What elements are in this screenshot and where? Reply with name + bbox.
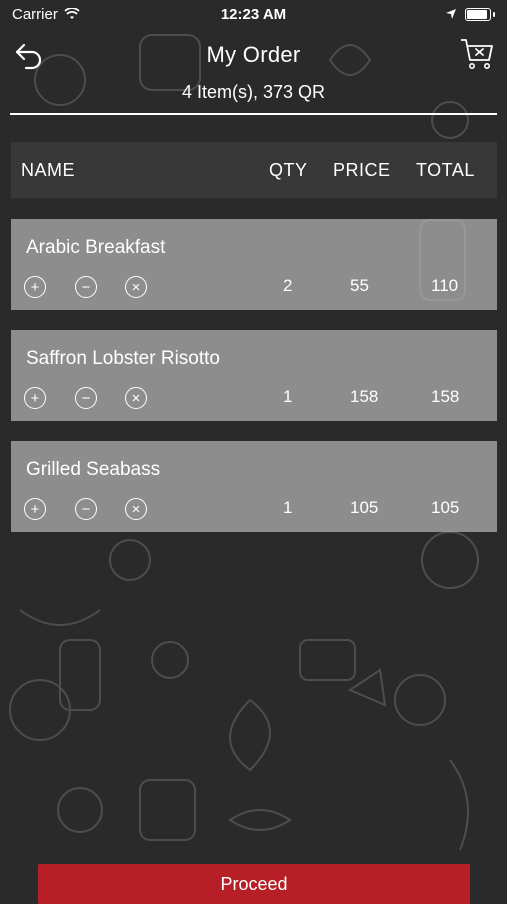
column-price: PRICE <box>333 159 391 180</box>
item-total: 105 <box>431 498 460 517</box>
item-qty: 2 <box>283 276 293 295</box>
decrease-qty-button[interactable]: − <box>75 498 97 520</box>
item-qty: 1 <box>283 498 293 517</box>
item-price: 55 <box>350 276 369 295</box>
item-price: 158 <box>350 387 379 406</box>
cart-clear-icon[interactable] <box>459 36 495 72</box>
page-title: My Order <box>206 42 301 67</box>
header-divider <box>10 113 497 115</box>
item-name: Grilled Seabass <box>26 459 161 480</box>
item-qty: 1 <box>283 387 293 406</box>
status-time: 12:23 AM <box>220 5 287 23</box>
order-item: Arabic Breakfast + − × 2 55 110 <box>11 219 497 310</box>
proceed-button[interactable]: Proceed <box>38 864 470 904</box>
item-total: 110 <box>431 276 459 295</box>
item-price: 105 <box>350 498 379 517</box>
table-header: NAME QTY PRICE TOTAL <box>11 142 497 198</box>
header: My Order 4 Item(s), 373 QR <box>0 30 507 115</box>
remove-item-button[interactable]: × <box>125 276 147 298</box>
battery-icon <box>465 7 491 21</box>
column-name: NAME <box>21 159 76 180</box>
remove-item-button[interactable]: × <box>125 498 147 520</box>
column-qty: QTY <box>269 159 308 180</box>
increase-qty-button[interactable]: + <box>24 276 46 298</box>
remove-item-button[interactable]: × <box>125 387 147 409</box>
status-bar: Carrier 12:23 AM <box>0 0 507 28</box>
item-name: Arabic Breakfast <box>26 237 166 258</box>
item-total: 158 <box>431 387 460 406</box>
column-total: TOTAL <box>416 159 475 180</box>
order-summary: 4 Item(s), 373 QR <box>181 82 326 102</box>
decrease-qty-button[interactable]: − <box>75 276 97 298</box>
decrease-qty-button[interactable]: − <box>75 387 97 409</box>
increase-qty-button[interactable]: + <box>24 387 46 409</box>
order-item: Grilled Seabass + − × 1 105 105 <box>11 441 497 532</box>
item-name: Saffron Lobster Risotto <box>26 348 220 369</box>
increase-qty-button[interactable]: + <box>24 498 46 520</box>
order-item: Saffron Lobster Risotto + − × 1 158 158 <box>11 330 497 421</box>
